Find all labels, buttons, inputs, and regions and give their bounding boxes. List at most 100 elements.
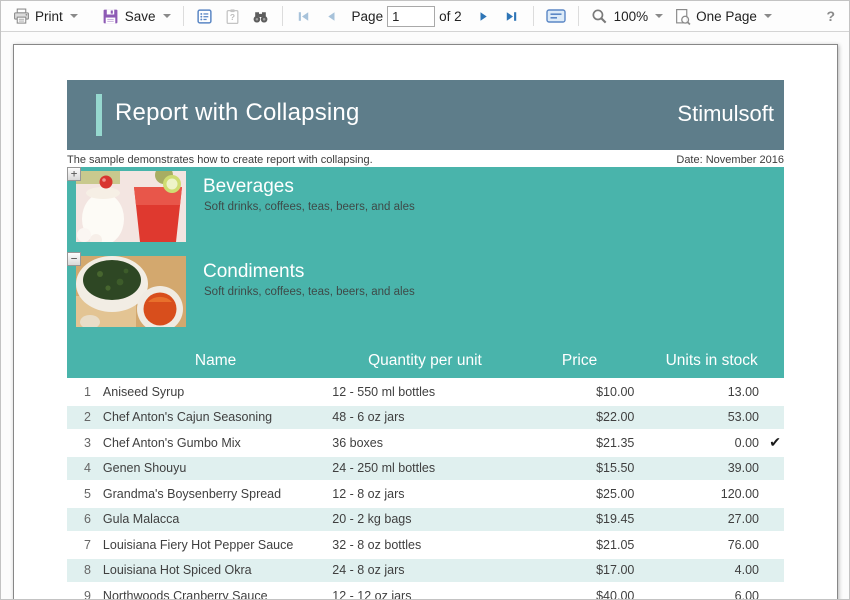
- units-value: 13.00: [728, 385, 759, 399]
- cell-units: 120.00 ✔: [639, 487, 784, 501]
- cell-units: 4.00 ✔: [639, 563, 784, 577]
- svg-text:?: ?: [230, 12, 235, 22]
- page-count: of 2: [439, 9, 462, 24]
- zoom-icon: [591, 7, 609, 25]
- units-value: 27.00: [728, 512, 759, 526]
- cell-name: Louisiana Hot Spiced Okra: [101, 563, 330, 577]
- table-row: 4 Genen Shouyu 24 - 250 ml bottles $15.5…: [67, 457, 784, 483]
- page-label: Page: [352, 9, 384, 24]
- toolbar-separator: [183, 6, 184, 26]
- zoom-button[interactable]: 100%: [586, 4, 669, 28]
- table-row: 5 Grandma's Boysenberry Spread 12 - 8 oz…: [67, 482, 784, 508]
- group-description: Soft drinks, coffees, teas, beers, and a…: [204, 201, 415, 213]
- first-page-icon: [295, 7, 313, 25]
- cell-units: 53.00 ✔: [639, 410, 784, 424]
- fullscreen-button[interactable]: [541, 4, 571, 28]
- cell-price: $21.05: [520, 538, 640, 552]
- report-viewer-window: Print Save ?: [0, 0, 850, 600]
- group-row-condiments[interactable]: − Condiments So: [67, 252, 784, 344]
- row-number: 5: [67, 487, 101, 501]
- table-row: 9 Northwoods Cranberry Sauce 12 - 12 oz …: [67, 584, 784, 600]
- next-page-button[interactable]: [470, 4, 498, 28]
- chevron-down-icon: [163, 14, 171, 18]
- cell-price: $25.00: [520, 487, 640, 501]
- table-row: 6 Gula Malacca 20 - 2 kg bags $19.45 27.…: [67, 508, 784, 534]
- cell-units: 76.00 ✔: [639, 538, 784, 552]
- prev-page-icon: [323, 7, 341, 25]
- report-content: Report with Collapsing Stimulsoft The sa…: [14, 45, 837, 600]
- zoom-level: 100%: [614, 9, 649, 24]
- cell-quantity: 36 boxes: [330, 436, 519, 450]
- save-icon: [102, 7, 120, 25]
- chevron-down-icon: [764, 14, 772, 18]
- cell-quantity: 20 - 2 kg bags: [330, 512, 519, 526]
- units-value: 4.00: [735, 563, 759, 577]
- fullscreen-icon: [546, 7, 566, 25]
- toolbar-separator: [533, 6, 534, 26]
- cell-name: Chef Anton's Cajun Seasoning: [101, 410, 330, 424]
- column-header-name: Name: [101, 344, 330, 378]
- cell-quantity: 24 - 250 ml bottles: [330, 461, 519, 475]
- plus-toggle-icon[interactable]: +: [67, 167, 81, 181]
- row-number: 2: [67, 410, 101, 424]
- table-header-row: Name Quantity per unit Price Units in st…: [67, 344, 784, 378]
- cell-quantity: 24 - 8 oz jars: [330, 563, 519, 577]
- print-button[interactable]: Print: [7, 4, 83, 28]
- cell-name: Genen Shouyu: [101, 461, 330, 475]
- cell-quantity: 12 - 8 oz jars: [330, 487, 519, 501]
- cell-price: $22.00: [520, 410, 640, 424]
- cell-quantity: 12 - 12 oz jars: [330, 589, 519, 600]
- report-title: Report with Collapsing: [115, 99, 360, 127]
- parameters-button[interactable]: ?: [219, 4, 247, 28]
- group-row-beverages[interactable]: + Beverages: [67, 167, 784, 252]
- row-number: 8: [67, 563, 101, 577]
- units-value: 76.00: [728, 538, 759, 552]
- column-header-number: [67, 344, 101, 378]
- prev-page-button[interactable]: [318, 4, 346, 28]
- units-value: 120.00: [721, 487, 759, 501]
- condiments-photo: [76, 256, 186, 327]
- cell-price: $40.00: [520, 589, 640, 600]
- cell-name: Louisiana Fiery Hot Pepper Sauce: [101, 538, 330, 552]
- column-header-price: Price: [520, 344, 640, 378]
- preview-area: Report with Collapsing Stimulsoft The sa…: [1, 32, 849, 600]
- beverages-photo: [76, 171, 186, 242]
- cell-quantity: 32 - 8 oz bottles: [330, 538, 519, 552]
- table-body: 1 Aniseed Syrup 12 - 550 ml bottles $10.…: [67, 380, 784, 600]
- cell-name: Aniseed Syrup: [101, 385, 330, 399]
- units-value: 53.00: [728, 410, 759, 424]
- cell-name: Chef Anton's Gumbo Mix: [101, 436, 330, 450]
- group-area: + Beverages: [67, 167, 784, 378]
- cell-price: $10.00: [520, 385, 640, 399]
- cell-price: $21.35: [520, 436, 640, 450]
- help-button[interactable]: ?: [820, 6, 841, 26]
- column-header-units: Units in stock: [639, 344, 784, 378]
- row-number: 1: [67, 385, 101, 399]
- printer-icon: [12, 7, 30, 25]
- save-button[interactable]: Save: [97, 4, 176, 28]
- table-row: 1 Aniseed Syrup 12 - 550 ml bottles $10.…: [67, 380, 784, 406]
- find-icon: [252, 7, 270, 25]
- minus-toggle-icon[interactable]: −: [67, 252, 81, 266]
- cell-name: Northwoods Cranberry Sauce: [101, 589, 330, 600]
- find-button[interactable]: [247, 4, 275, 28]
- cell-units: 39.00 ✔: [639, 461, 784, 475]
- bookmarks-button[interactable]: [191, 4, 219, 28]
- check-icon: ✔: [769, 434, 781, 451]
- cell-name: Gula Malacca: [101, 512, 330, 526]
- cell-price: $15.50: [520, 461, 640, 475]
- column-header-quantity: Quantity per unit: [330, 344, 519, 378]
- view-mode-label: One Page: [696, 9, 757, 24]
- last-page-button[interactable]: [498, 4, 526, 28]
- page-input[interactable]: [387, 6, 435, 27]
- cell-name: Grandma's Boysenberry Spread: [101, 487, 330, 501]
- cell-units: 6.00 ✔: [639, 589, 784, 600]
- table-row: 3 Chef Anton's Gumbo Mix 36 boxes $21.35…: [67, 431, 784, 457]
- chevron-down-icon: [655, 14, 663, 18]
- view-mode-button[interactable]: One Page: [668, 4, 777, 28]
- table-row: 8 Louisiana Hot Spiced Okra 24 - 8 oz ja…: [67, 559, 784, 585]
- row-number: 6: [67, 512, 101, 526]
- units-value: 6.00: [735, 589, 759, 600]
- first-page-button[interactable]: [290, 4, 318, 28]
- cell-price: $19.45: [520, 512, 640, 526]
